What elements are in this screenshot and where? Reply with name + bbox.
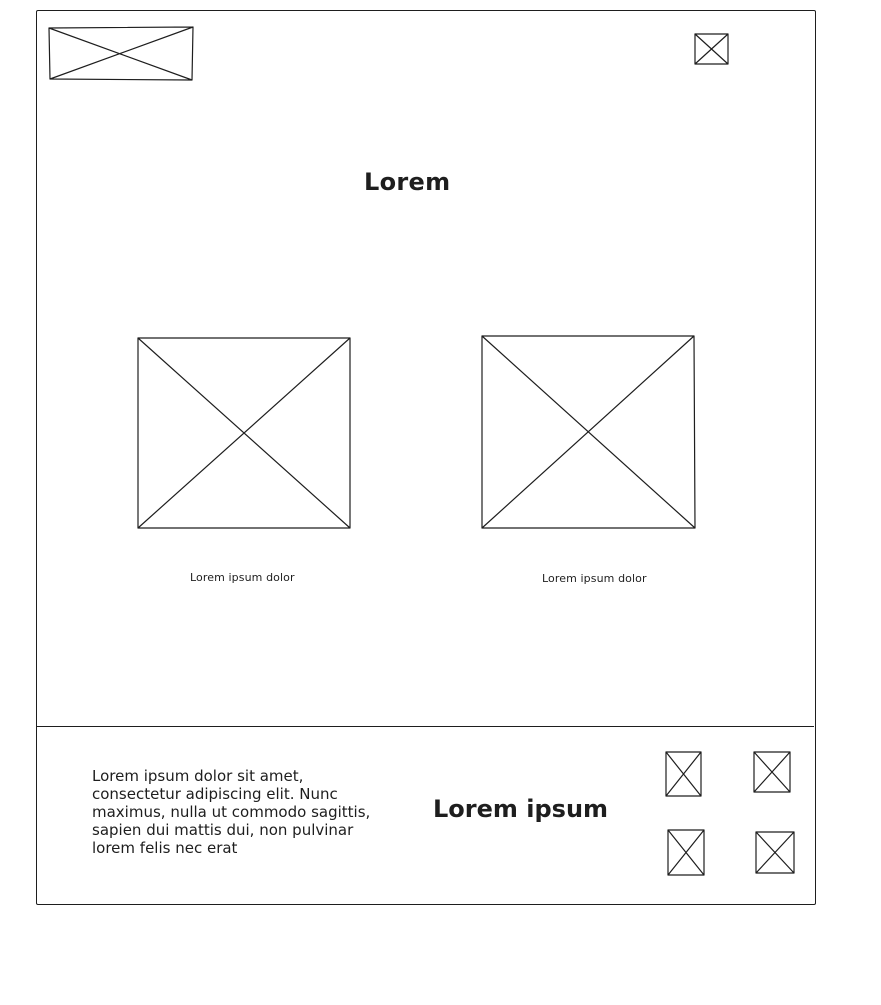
menu-image-icon[interactable] bbox=[694, 33, 729, 65]
footer-text: Lorem ipsum dolor sit amet, consectetur … bbox=[92, 767, 371, 857]
footer-divider bbox=[36, 726, 814, 727]
card-image-2-icon[interactable] bbox=[481, 335, 696, 529]
card-caption-1: Lorem ipsum dolor bbox=[190, 571, 295, 584]
footer-title: Lorem ipsum bbox=[433, 795, 609, 823]
social-icon-2[interactable] bbox=[753, 751, 791, 793]
card-image-1-icon[interactable] bbox=[137, 337, 351, 529]
social-icon-1[interactable] bbox=[665, 751, 702, 797]
logo-image-icon[interactable] bbox=[48, 26, 194, 81]
social-icon-3[interactable] bbox=[667, 829, 705, 876]
page-title: Lorem bbox=[364, 168, 451, 196]
social-icon-4[interactable] bbox=[755, 831, 795, 874]
card-caption-2: Lorem ipsum dolor bbox=[542, 572, 647, 585]
